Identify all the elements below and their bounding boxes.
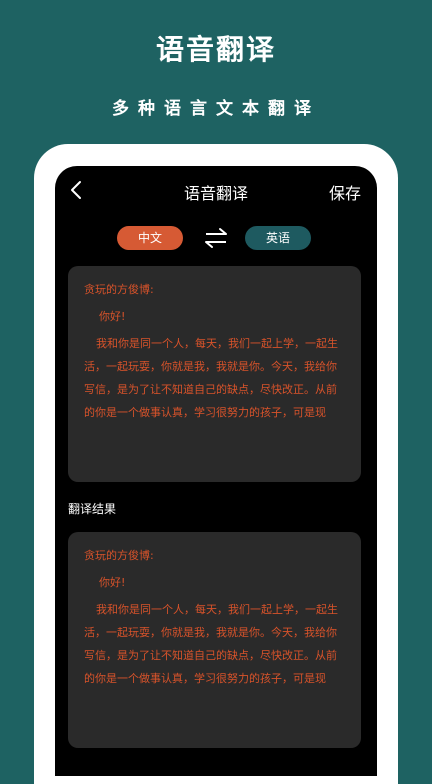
source-text-card[interactable]: 贪玩的方俊博: 你好! 我和你是同一个人，每天，我们一起上学，一起生活，一起玩耍… xyxy=(68,266,361,482)
swap-arrows-icon[interactable] xyxy=(203,226,229,250)
result-salutation: 贪玩的方俊博: xyxy=(84,549,154,562)
promo-subtitle: 多种语言文本翻译 xyxy=(112,99,320,119)
result-body: 我和你是同一个人，每天，我们一起上学，一起生活，一起玩耍，你就是我，我就是你。今… xyxy=(84,603,338,685)
result-section-label: 翻译结果 xyxy=(68,502,117,516)
promo-title: 语音翻译 xyxy=(155,33,276,66)
save-button[interactable]: 保存 xyxy=(329,180,361,204)
nav-bar: 语音翻译 保存 xyxy=(55,166,377,214)
target-language-button[interactable]: 英语 xyxy=(245,226,311,250)
source-body: 我和你是同一个人，每天，我们一起上学，一起生活，一起玩耍，你就是我，我就是你。今… xyxy=(84,337,338,419)
source-salutation: 贪玩的方俊博: xyxy=(84,283,154,296)
source-language-button[interactable]: 中文 xyxy=(117,226,183,250)
source-greeting: 你好! xyxy=(99,310,126,323)
result-text-card: 贪玩的方俊博: 你好! 我和你是同一个人，每天，我们一起上学，一起生活，一起玩耍… xyxy=(68,532,361,748)
result-greeting: 你好! xyxy=(99,576,126,589)
phone-screen: 语音翻译 保存 中文 英语 贪玩的方俊博: 你好! 我和你是同一个人，每天，我们… xyxy=(55,166,377,776)
